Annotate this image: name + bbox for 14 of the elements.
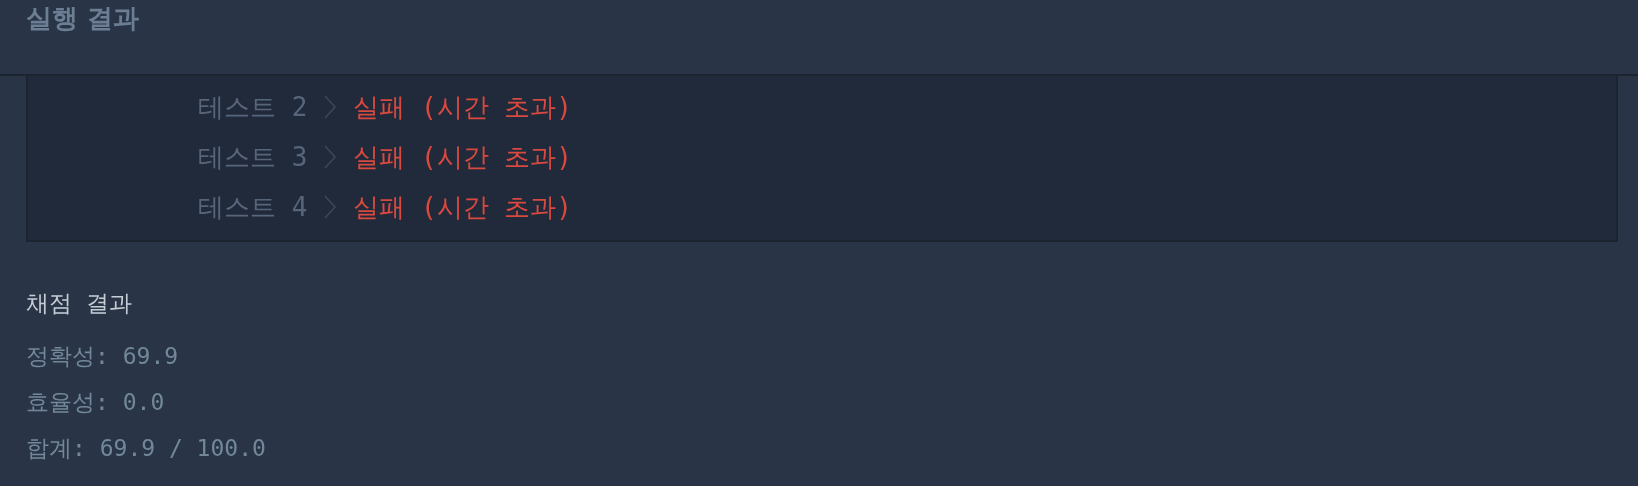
score-line: 효율성: 0.0 [26, 388, 166, 417]
test-label: 테스트 4 [198, 190, 308, 224]
test-label: 테스트 2 [198, 90, 308, 124]
score-line: 합계: 69.9 / 100.0 [26, 434, 267, 463]
chevron-icon [323, 194, 338, 220]
section-title: 실행 결과 [26, 2, 140, 34]
chevron-icon [323, 94, 338, 120]
test-result: 실패 (시간 초과) [353, 190, 572, 224]
score-line: 정확성: 69.9 [26, 342, 180, 371]
test-result: 실패 (시간 초과) [353, 90, 572, 124]
test-result: 실패 (시간 초과) [353, 140, 572, 174]
test-label: 테스트 3 [198, 140, 308, 174]
grading-title: 채점 결과 [26, 289, 133, 318]
chevron-icon [323, 144, 338, 170]
